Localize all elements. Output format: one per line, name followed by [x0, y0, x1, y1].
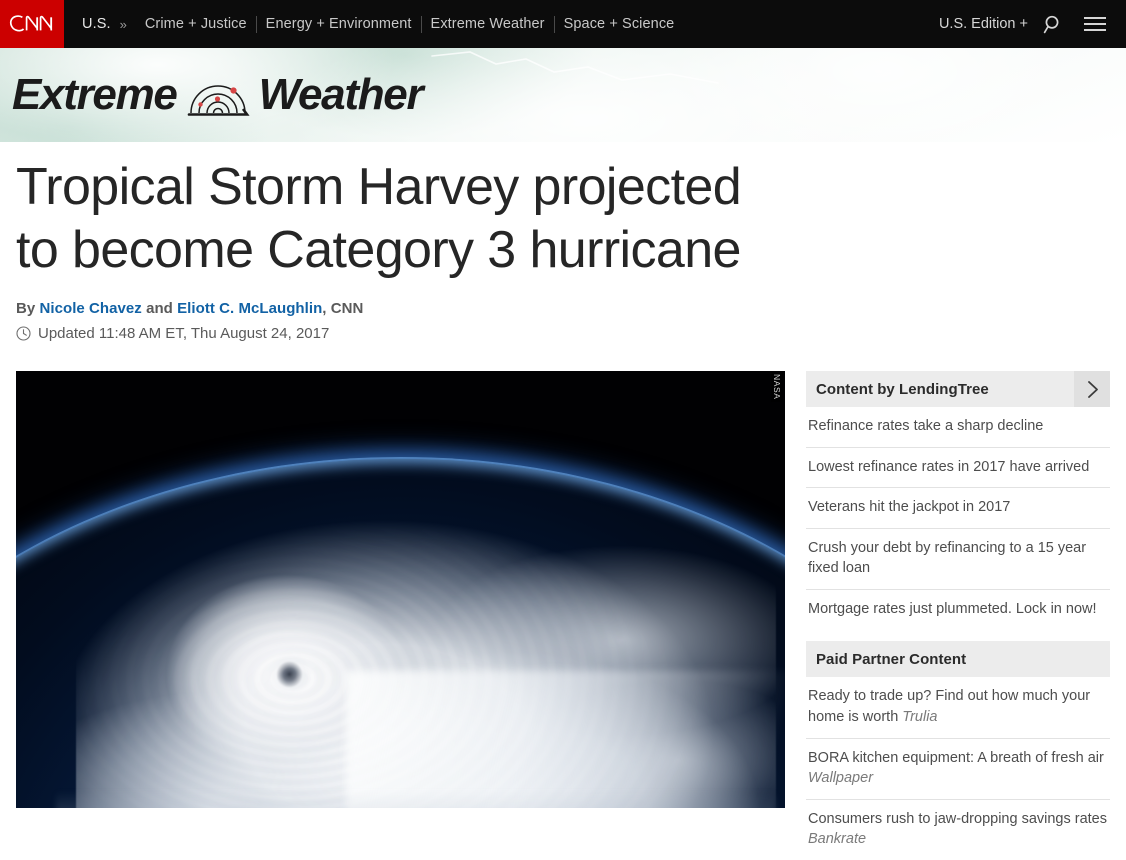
byline: By Nicole Chavez and Eliott C. McLaughli…: [16, 300, 784, 317]
list-item[interactable]: Veterans hit the jackpot in 2017: [806, 488, 1110, 529]
promo-header-paid-partner: Paid Partner Content: [806, 641, 1110, 678]
banner-word-weather: Weather: [258, 70, 424, 119]
promo-title: Content by LendingTree: [816, 380, 989, 398]
hurricane-outflow-tail: [346, 671, 785, 808]
promo-header-lendingtree: Content by LendingTree: [806, 371, 1110, 407]
list-item[interactable]: Crush your debt by refinancing to a 15 y…: [806, 529, 1110, 590]
promo-item-text: Mortgage rates just plummeted. Lock in n…: [808, 600, 1097, 617]
page-title: Tropical Storm Harvey projected to becom…: [16, 158, 742, 280]
article-timestamp: Updated 11:48 AM ET, Thu August 24, 2017: [16, 325, 784, 342]
chevron-right-icon[interactable]: [1074, 371, 1110, 407]
list-item[interactable]: Ready to trade up? Find out how much you…: [806, 677, 1110, 739]
promo-item-text: Ready to trade up? Find out how much you…: [808, 688, 1091, 726]
promo-block-lendingtree: Content by LendingTree Refinance rates t…: [806, 371, 1110, 629]
cnn-logo[interactable]: [0, 0, 64, 48]
promo-item-sponsor: Bankrate: [808, 831, 867, 848]
hurricane-lower-cloudbank: [56, 791, 776, 808]
banner-wordmark: Extreme Weather: [12, 48, 424, 142]
promo-item-sponsor: Wallpaper: [808, 770, 874, 787]
promo-list-paid-partner: Ready to trade up? Find out how much you…: [806, 677, 1110, 859]
banner-word-extreme: Extreme: [12, 70, 178, 119]
top-navigation-bar: U.S. » Crime + Justice Energy + Environm…: [0, 0, 1126, 48]
article-header: Tropical Storm Harvey projected to becom…: [0, 142, 800, 342]
promo-item-text: Refinance rates take a sharp decline: [808, 418, 1044, 434]
promo-item-text: Veterans hit the jackpot in 2017: [808, 499, 1011, 516]
nav-right-controls: U.S. Edition +: [939, 7, 1112, 41]
hero-image[interactable]: NASA: [16, 371, 785, 808]
list-item[interactable]: BORA kitchen equipment: A breath of fres…: [806, 739, 1110, 800]
list-item[interactable]: Lowest refinance rates in 2017 have arri…: [806, 448, 1110, 489]
extreme-weather-banner: Extreme Weather: [0, 48, 1126, 142]
nav-item-space-science[interactable]: Space + Science: [555, 16, 684, 32]
right-sidebar: Content by LendingTree Refinance rates t…: [806, 371, 1110, 860]
nav-links: U.S. » Crime + Justice Energy + Environm…: [82, 0, 939, 48]
image-credit: NASA: [771, 372, 783, 402]
search-icon[interactable]: [1036, 7, 1070, 41]
byline-prefix: By: [16, 299, 36, 317]
nav-chevron-icon: »: [119, 16, 127, 32]
list-item[interactable]: Mortgage rates just plummeted. Lock in n…: [806, 590, 1110, 630]
promo-item-text: Crush your debt by refinancing to a 15 y…: [808, 539, 1087, 577]
promo-item-text: Lowest refinance rates in 2017 have arri…: [808, 458, 1090, 475]
edition-selector[interactable]: U.S. Edition +: [939, 16, 1028, 32]
timestamp-text: Updated 11:48 AM ET, Thu August 24, 2017: [38, 324, 330, 342]
clock-icon: [16, 326, 31, 341]
radar-arcs-icon: [183, 73, 253, 117]
author-link-2[interactable]: Eliott C. McLaughlin: [177, 300, 322, 317]
promo-item-sponsor: Trulia: [902, 709, 938, 726]
nav-section-label[interactable]: U.S.: [82, 16, 111, 32]
promo-item-text: Consumers rush to jaw-dropping savings r…: [808, 810, 1107, 827]
promo-block-paid-partner: Paid Partner Content Ready to trade up? …: [806, 641, 1110, 859]
nav-item-extreme-weather[interactable]: Extreme Weather: [422, 16, 554, 32]
hamburger-menu-icon[interactable]: [1078, 7, 1112, 41]
cnn-logo-icon: [9, 15, 53, 32]
byline-conjunction: and: [146, 299, 173, 317]
nav-item-crime-justice[interactable]: Crime + Justice: [136, 16, 256, 32]
promo-list-lendingtree: Refinance rates take a sharp decline Low…: [806, 407, 1110, 629]
nav-item-energy-environment[interactable]: Energy + Environment: [257, 16, 421, 32]
byline-suffix: , CNN: [322, 299, 364, 317]
promo-title: Paid Partner Content: [816, 650, 967, 668]
lightning-streak-decoration: [431, 51, 719, 84]
list-item[interactable]: Refinance rates take a sharp decline: [806, 407, 1110, 448]
list-item[interactable]: Consumers rush to jaw-dropping savings r…: [806, 800, 1110, 860]
promo-item-text: BORA kitchen equipment: A breath of fres…: [808, 749, 1104, 766]
author-link-1[interactable]: Nicole Chavez: [40, 300, 142, 317]
